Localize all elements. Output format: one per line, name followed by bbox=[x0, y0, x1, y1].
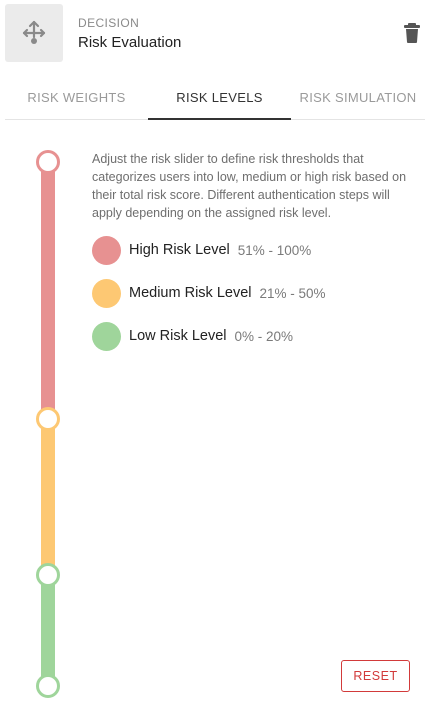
node-type-label: DECISION bbox=[78, 16, 140, 30]
risk-level-medium: Medium Risk Level 21% - 50% bbox=[92, 278, 326, 308]
high-risk-name: High Risk Level bbox=[129, 242, 230, 258]
low-risk-range: 0% - 20% bbox=[234, 328, 294, 344]
risk-levels-description: Adjust the risk slider to define risk th… bbox=[92, 152, 407, 220]
slider-handle-min[interactable] bbox=[36, 674, 60, 698]
low-risk-name: Low Risk Level bbox=[129, 328, 227, 344]
high-risk-range: 51% - 100% bbox=[237, 242, 312, 258]
trash-icon[interactable] bbox=[402, 22, 422, 44]
high-risk-color-dot bbox=[92, 235, 121, 265]
risk-level-high: High Risk Level 51% - 100% bbox=[92, 235, 311, 265]
slider-handle-high-medium[interactable] bbox=[36, 407, 60, 431]
medium-risk-name: Medium Risk Level bbox=[129, 285, 252, 301]
medium-risk-range: 21% - 50% bbox=[259, 285, 326, 301]
reset-button[interactable]: RESET bbox=[341, 660, 410, 692]
risk-level-low: Low Risk Level 0% - 20% bbox=[92, 321, 293, 351]
medium-risk-color-dot bbox=[92, 278, 121, 308]
slider-segment-low bbox=[41, 575, 55, 686]
node-name-label: Risk Evaluation bbox=[78, 34, 182, 51]
decision-split-icon-glyph bbox=[22, 20, 46, 44]
slider-handle-medium-low[interactable] bbox=[36, 563, 60, 587]
node-header: DECISION Risk Evaluation bbox=[0, 0, 425, 66]
decision-split-icon bbox=[5, 4, 63, 62]
tab-bar: RISK WEIGHTS RISK LEVELS RISK SIMULATION bbox=[5, 80, 425, 120]
slider-handle-max[interactable] bbox=[36, 150, 60, 174]
tab-risk-levels[interactable]: RISK LEVELS bbox=[148, 80, 291, 120]
low-risk-color-dot bbox=[92, 321, 121, 351]
slider-segment-medium bbox=[41, 419, 55, 575]
slider-segment-high bbox=[41, 162, 55, 419]
tab-risk-weights[interactable]: RISK WEIGHTS bbox=[5, 80, 148, 119]
tab-risk-simulation[interactable]: RISK SIMULATION bbox=[291, 80, 425, 119]
